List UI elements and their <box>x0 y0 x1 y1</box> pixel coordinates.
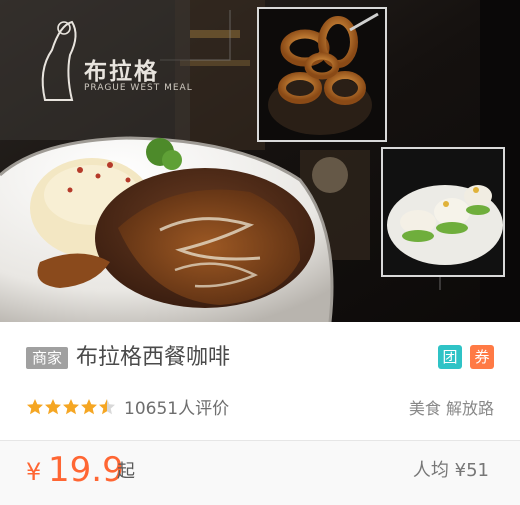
shop-hero-image[interactable]: 布拉格 PRAGUE WEST MEAL <box>0 0 520 322</box>
star-icon <box>99 399 115 415</box>
average-price: 人均 ¥51 <box>412 460 489 481</box>
star-icon <box>63 399 79 415</box>
merchant-badge: 商家 <box>26 347 68 369</box>
shop-info: 商家 布拉格西餐咖啡 团 券 10651人评价 美食 解放路 <box>0 322 520 440</box>
group-buy-tag: 团 <box>438 345 462 369</box>
price-value: 19.9 <box>48 450 124 490</box>
rating-row: 10651人评价 美食 解放路 <box>26 398 494 422</box>
star-icon <box>45 399 61 415</box>
coupon-tag: 券 <box>470 345 494 369</box>
price-suffix: 起 <box>117 461 135 482</box>
brand-logo-subtitle: PRAGUE WEST MEAL <box>84 83 193 93</box>
review-count[interactable]: 10651人评价 <box>124 398 229 420</box>
shop-name[interactable]: 布拉格西餐咖啡 <box>76 344 230 372</box>
brand-logo-text: 布拉格 <box>84 58 159 85</box>
shop-card[interactable]: 布拉格 PRAGUE WEST MEAL 商家 布拉格西餐咖啡 团 券 1065… <box>0 0 520 505</box>
restaurant-photo <box>0 0 520 322</box>
price-section: ¥ 19.9 起 人均 ¥51 <box>0 441 520 505</box>
price-currency: ¥ <box>26 458 42 486</box>
title-row: 商家 布拉格西餐咖啡 团 券 <box>26 344 494 374</box>
star-icon <box>27 399 43 415</box>
star-rating <box>26 398 122 422</box>
category-location: 美食 解放路 <box>408 399 494 418</box>
star-icon <box>81 399 97 415</box>
